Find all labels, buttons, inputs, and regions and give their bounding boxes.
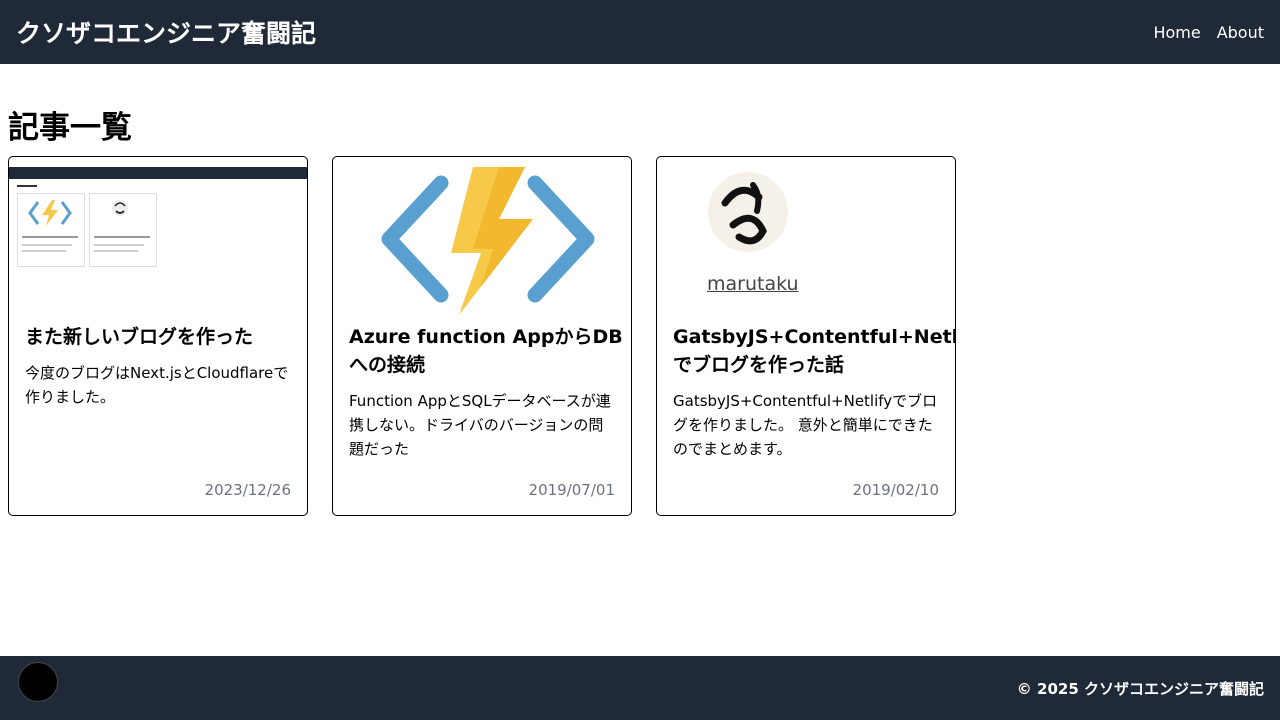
floating-round-button[interactable]: [18, 662, 58, 702]
page-heading: 記事一覧: [8, 110, 132, 146]
article-description: 今度のブログはNext.jsとCloudflareで作りました。: [25, 364, 289, 406]
article-date: 2019/02/10: [852, 481, 939, 499]
article-thumbnail: [333, 157, 631, 317]
blog-screenshot-image: [9, 167, 307, 179]
article-title[interactable]: GatsbyJS+Contentful+Netlifyでブログを作った話: [673, 323, 955, 379]
article-list: また新しいブログを作った 今度のブログはNext.jsとCloudflareで作…: [8, 156, 956, 516]
site-footer: © 2025 クソザコエンジニア奮闘記: [0, 656, 1280, 720]
nav-home-link[interactable]: Home: [1153, 23, 1200, 42]
copyright-text: © 2025 クソザコエンジニア奮闘記: [1016, 679, 1264, 698]
azure-functions-icon: [28, 200, 72, 226]
article-title[interactable]: Azure function AppからDBへの接続: [349, 323, 631, 379]
article-card[interactable]: marutaku GatsbyJS+Contentful+Netlifyでブログ…: [656, 156, 956, 516]
site-title[interactable]: クソザコエンジニア奮闘記: [16, 14, 316, 50]
article-description: GatsbyJS+Contentful+Netlifyでブログを作りました。 意…: [673, 392, 938, 458]
article-description: Function AppとSQLデータベースが連携しない。ドライバのバージョンの…: [349, 392, 611, 458]
article-date: 2019/07/01: [528, 481, 615, 499]
main-nav: Home About: [1153, 23, 1264, 42]
article-date: 2023/12/26: [204, 481, 291, 499]
marutaku-avatar-icon: [708, 172, 788, 252]
avatar-icon: [112, 200, 128, 216]
article-card[interactable]: Azure function AppからDBへの接続 Function Appと…: [332, 156, 632, 516]
article-title[interactable]: また新しいブログを作った: [25, 323, 307, 351]
article-thumbnail: [9, 157, 307, 317]
article-thumbnail: marutaku: [657, 157, 955, 317]
nav-about-link[interactable]: About: [1217, 23, 1264, 42]
site-header: クソザコエンジニア奮闘記 Home About: [0, 0, 1280, 64]
article-card[interactable]: また新しいブログを作った 今度のブログはNext.jsとCloudflareで作…: [8, 156, 308, 516]
azure-functions-logo: [381, 167, 595, 315]
thumbnail-caption: marutaku: [707, 273, 799, 295]
